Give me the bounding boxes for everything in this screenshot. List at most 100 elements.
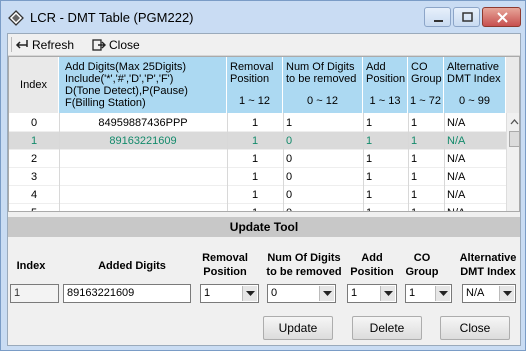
- header-add-position-range: 1 ~ 13: [369, 95, 401, 107]
- alt-dmt-label: Alternative DMT Index: [459, 252, 517, 278]
- exit-icon: [92, 38, 106, 51]
- maximize-button[interactable]: [453, 7, 480, 27]
- scrollbar-thumb[interactable]: [509, 131, 519, 147]
- num-removed-value: 0: [271, 287, 278, 299]
- column-divider: [227, 113, 228, 211]
- cell-removal-position: 1: [227, 204, 283, 211]
- table-row[interactable]: 5 1 0 1 1 N/A: [9, 204, 506, 211]
- table-row-selected[interactable]: 1 89163221609 1 0 1 1 N/A: [9, 132, 506, 150]
- cell-num-removed: 0: [286, 189, 293, 201]
- cell-alt-dmt: N/A: [447, 153, 466, 165]
- cell-co-group: 1: [411, 153, 418, 165]
- cell-alt-dmt: N/A: [447, 189, 466, 201]
- minimize-button[interactable]: [424, 7, 451, 27]
- cell-num-removed: 1: [286, 117, 293, 129]
- header-index[interactable]: Index: [9, 57, 59, 113]
- cell-alt-dmt: N/A: [447, 135, 466, 147]
- num-removed-label: Num Of Digits to be removed: [266, 252, 342, 278]
- header-co-group-label: CO Group: [411, 61, 442, 85]
- removal-position-dropdown-button[interactable]: [242, 286, 257, 301]
- header-add-position-label: Add Position: [366, 61, 406, 85]
- cell-add-digits: 84959887436PPP: [98, 117, 188, 129]
- header-removal-position[interactable]: Removal Position 1 ~ 12: [227, 57, 283, 113]
- num-removed-dropdown-button[interactable]: [319, 286, 334, 301]
- row-divider: [9, 131, 506, 132]
- cell-num-removed: 0: [283, 204, 363, 211]
- add-position-dropdown-button[interactable]: [380, 286, 395, 301]
- co-group-value: 1: [409, 287, 416, 299]
- co-group-dropdown-button[interactable]: [435, 286, 450, 301]
- header-alt-dmt-range: 0 ~ 99: [459, 95, 490, 107]
- co-group-select[interactable]: 1: [405, 284, 452, 303]
- add-position-label: Add Position: [350, 252, 394, 278]
- cell-removal-position: 1: [251, 189, 259, 201]
- header-co-group-range: 1 ~ 72: [410, 95, 441, 107]
- maximize-icon: [462, 12, 473, 22]
- table-row[interactable]: 2 1 0 1 1 N/A: [9, 150, 506, 168]
- removal-position-select[interactable]: 1: [200, 284, 259, 303]
- toolbar-close-button[interactable]: Close: [92, 36, 140, 53]
- update-button[interactable]: Update: [263, 316, 333, 340]
- cell-add-position: 1: [366, 189, 373, 201]
- cell-index: 2: [30, 153, 38, 165]
- table-row[interactable]: 4 1 0 1 1 N/A: [9, 186, 506, 204]
- cell-co-group: 1: [411, 171, 418, 183]
- row-divider: [9, 185, 506, 186]
- header-alt-dmt-label: Alternative DMT Index: [447, 61, 501, 85]
- toolbar: Refresh Close: [8, 34, 520, 56]
- alt-dmt-select[interactable]: N/A: [462, 284, 516, 303]
- header-num-removed-label: Num Of Digits to be removed: [286, 61, 357, 85]
- column-divider: [363, 113, 364, 211]
- add-position-select[interactable]: 1: [347, 284, 397, 303]
- header-num-removed[interactable]: Num Of Digits to be removed 0 ~ 12: [283, 57, 363, 113]
- alt-dmt-dropdown-button[interactable]: [499, 286, 514, 301]
- close-button[interactable]: Close: [440, 316, 510, 340]
- cell-removal-position: 1: [251, 117, 259, 129]
- removal-position-label: Removal Position: [202, 252, 248, 278]
- table-row[interactable]: 3 1 0 1 1 N/A: [9, 168, 506, 186]
- chevron-down-icon: [246, 291, 255, 296]
- chevron-down-icon: [384, 291, 393, 296]
- cell-add-digits: [59, 150, 227, 168]
- cell-num-removed: 0: [286, 171, 293, 183]
- vertical-scrollbar[interactable]: [506, 113, 519, 211]
- minimize-icon: [434, 20, 443, 22]
- cell-add-digits: [59, 204, 227, 211]
- column-divider: [59, 113, 60, 211]
- row-divider: [9, 203, 506, 204]
- window-close-button[interactable]: [482, 7, 521, 27]
- num-removed-select[interactable]: 0: [267, 284, 336, 303]
- header-co-group[interactable]: CO Group 1 ~ 72: [408, 57, 444, 113]
- add-position-value: 1: [351, 287, 358, 299]
- chevron-down-icon: [503, 291, 512, 296]
- title-bar[interactable]: LCR - DMT Table (PGM222): [1, 1, 525, 33]
- dmt-table-panel: Refresh Close Index Add Digits(Max 25Dig…: [7, 33, 521, 346]
- delete-button[interactable]: Delete: [352, 316, 422, 340]
- cell-add-digits: [59, 186, 227, 204]
- index-field[interactable]: 1: [10, 284, 59, 303]
- dmt-table: Index Add Digits(Max 25Digits) Include('…: [8, 56, 520, 212]
- chevron-down-icon: [323, 291, 332, 296]
- header-num-removed-range: 0 ~ 12: [307, 95, 338, 107]
- cell-add-position: 1: [366, 117, 373, 129]
- refresh-icon: [15, 39, 28, 49]
- refresh-button[interactable]: Refresh: [15, 36, 74, 53]
- scroll-up-icon: [510, 119, 519, 125]
- refresh-label: Refresh: [32, 37, 75, 52]
- header-add-digits-label: Add Digits(Max 25Digits) Include('*','#'…: [65, 61, 188, 109]
- cell-add-digits: [59, 168, 227, 186]
- cell-removal-position: 1: [251, 135, 259, 147]
- added-digits-field[interactable]: 89163221609: [63, 284, 191, 303]
- app-window: LCR - DMT Table (PGM222) Refresh Close I…: [0, 0, 526, 351]
- cell-removal-position: 1: [251, 171, 259, 183]
- table-row[interactable]: 0 84959887436PPP 1 1 1 1 N/A: [9, 114, 506, 132]
- cell-add-digits: 89163221609: [109, 135, 177, 147]
- header-add-digits[interactable]: Add Digits(Max 25Digits) Include('*','#'…: [59, 57, 227, 113]
- cell-index: 3: [30, 171, 38, 183]
- cell-add-position: 1: [363, 204, 408, 211]
- chevron-down-icon: [439, 291, 448, 296]
- added-digits-label: Added Digits: [98, 260, 166, 272]
- header-alt-dmt[interactable]: Alternative DMT Index 0 ~ 99: [444, 57, 506, 113]
- header-add-position[interactable]: Add Position 1 ~ 13: [363, 57, 408, 113]
- cell-num-removed: 0: [286, 153, 293, 165]
